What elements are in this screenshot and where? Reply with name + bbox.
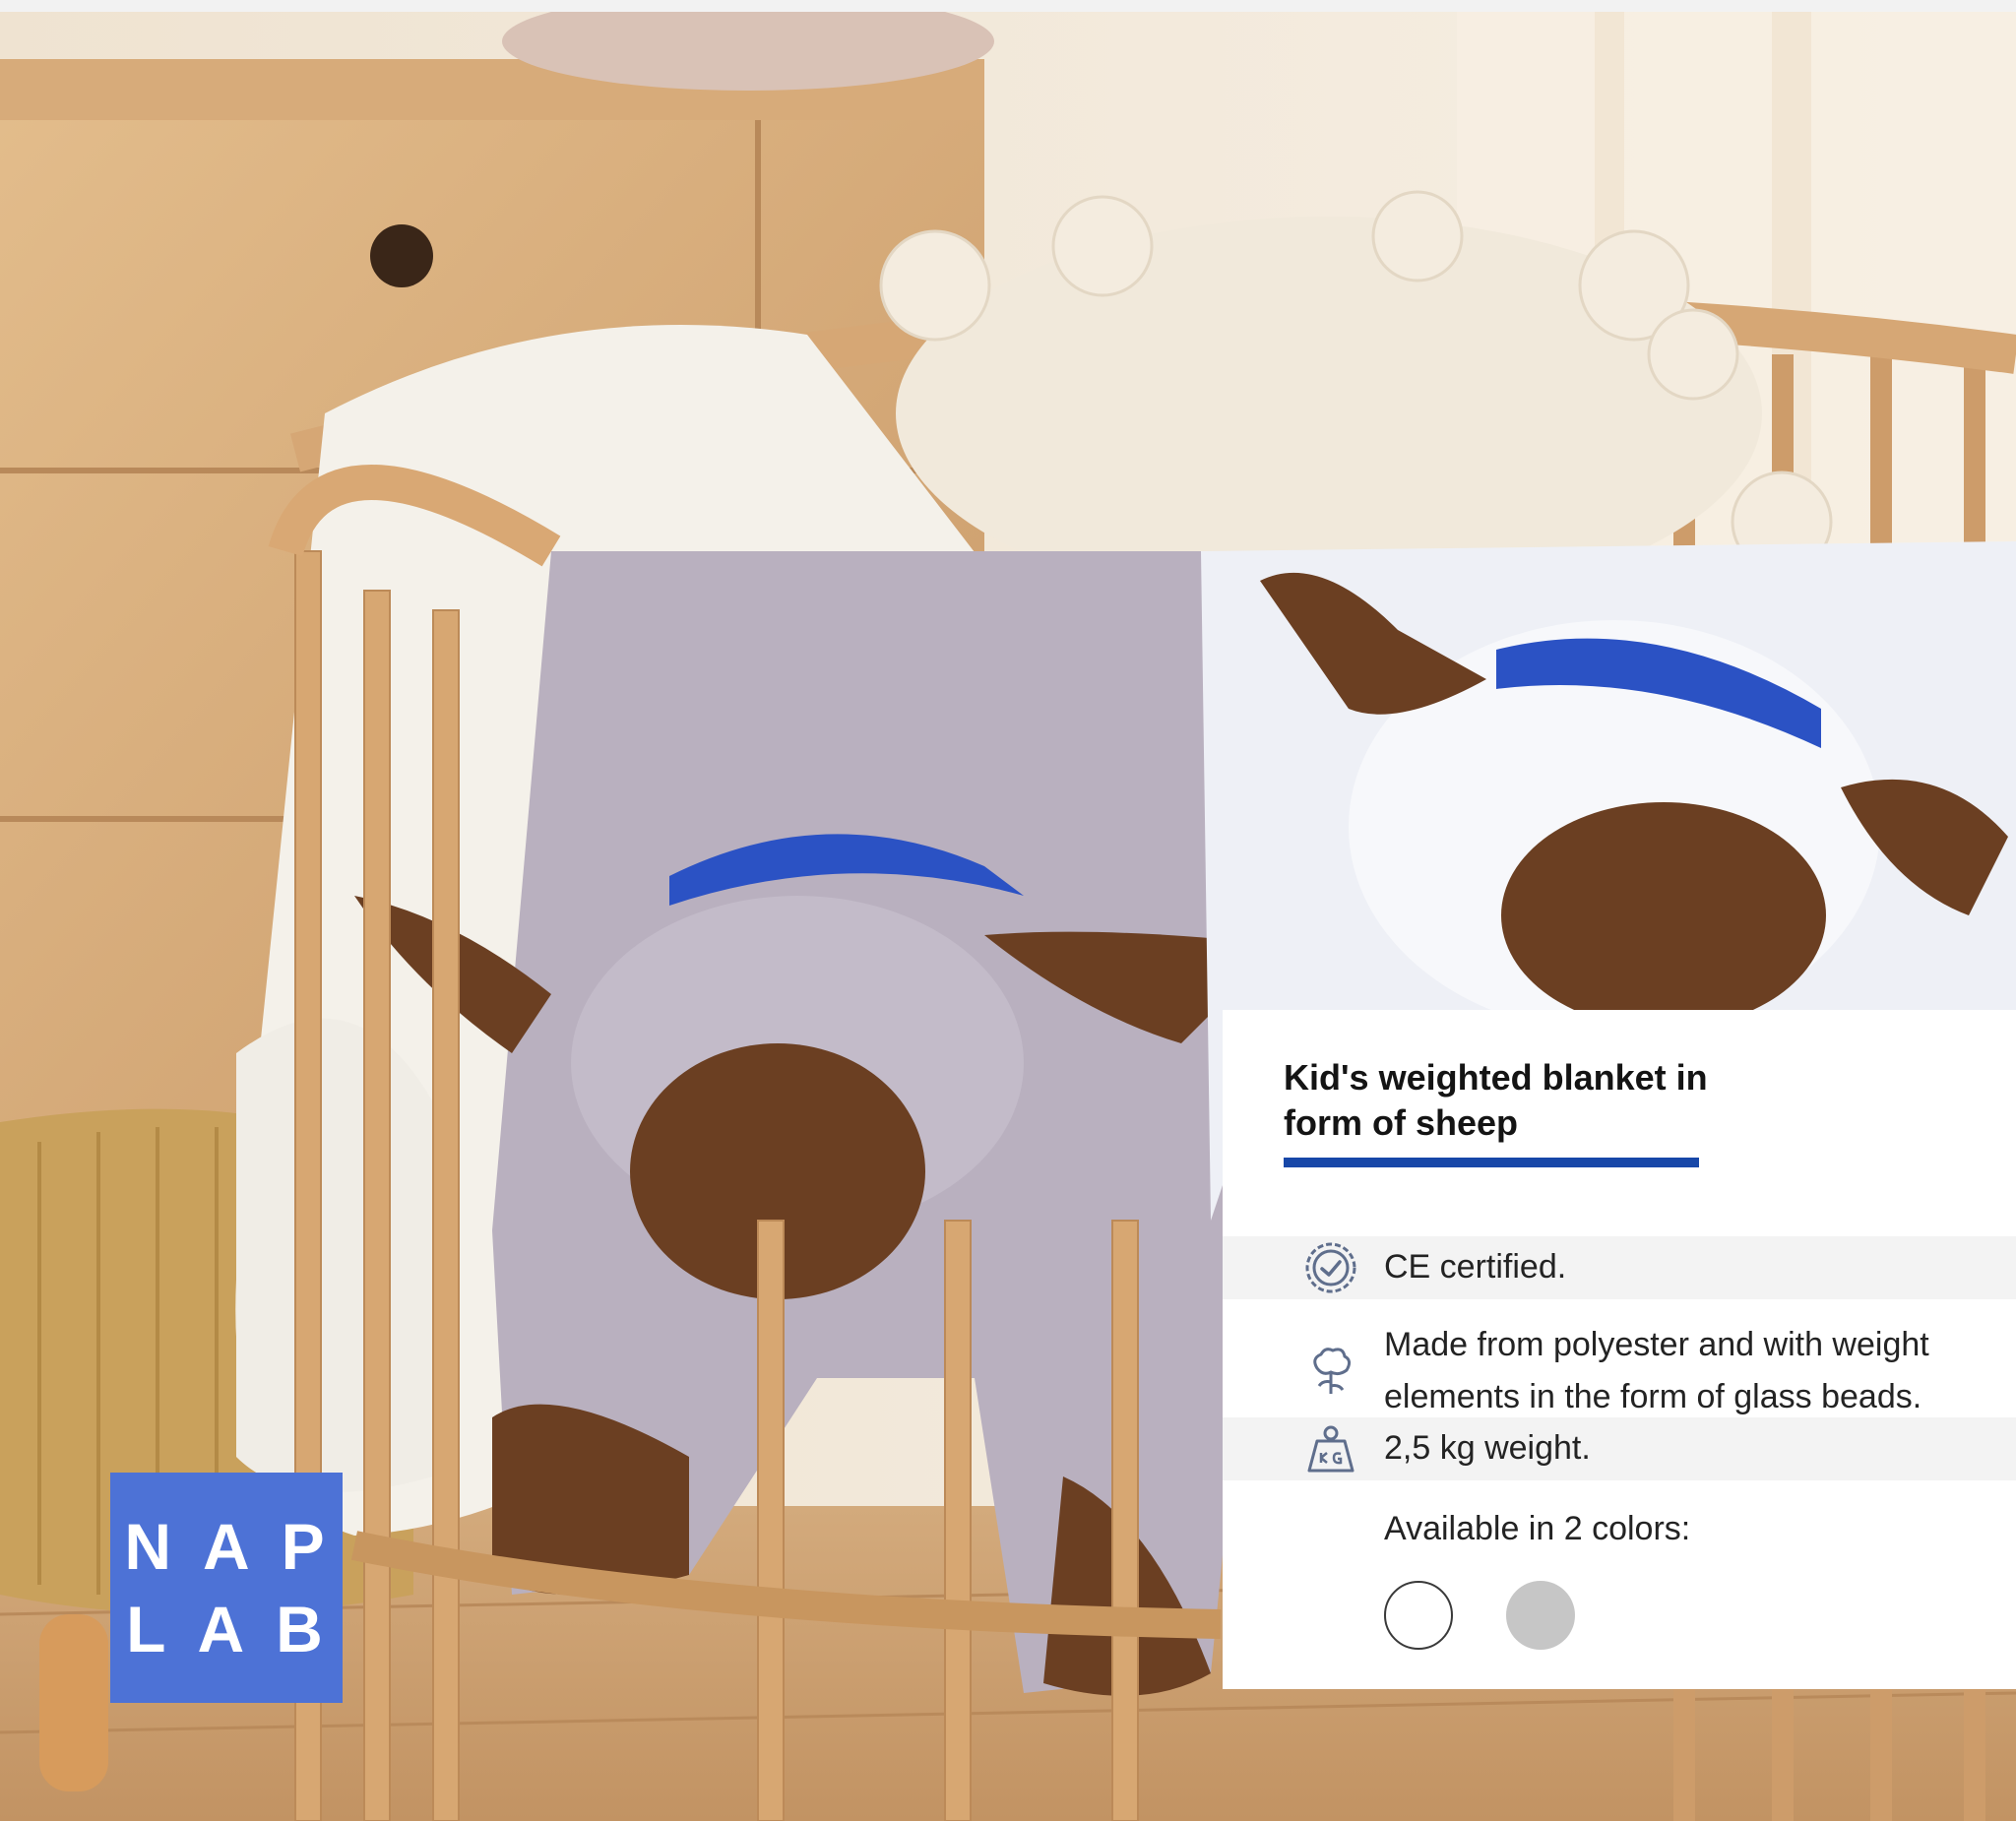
- feature-text-certified: CE certified.: [1384, 1248, 1567, 1286]
- title-underline: [1284, 1158, 1699, 1167]
- feature-row-certified: CE certified.: [1223, 1236, 2016, 1299]
- feature-text-weight: 2,5 kg weight.: [1384, 1429, 1591, 1467]
- feature-text-material: Made from polyester and with weight elem…: [1384, 1326, 1929, 1415]
- weight-kg-icon: [1303, 1421, 1358, 1476]
- top-edge-bar: [0, 0, 2016, 12]
- color-swatch-white[interactable]: [1384, 1581, 1453, 1650]
- cotton-plant-icon: [1303, 1343, 1358, 1398]
- product-info-card: Kid's weighted blanket in form of sheep …: [1223, 1010, 2016, 1689]
- product-title: Kid's weighted blanket in form of sheep: [1284, 1057, 1708, 1143]
- available-colors-label: Available in 2 colors:: [1384, 1510, 1691, 1547]
- logo-line-1: NAP: [124, 1510, 356, 1583]
- color-swatch-grey[interactable]: [1506, 1581, 1575, 1650]
- certified-badge-icon: [1303, 1240, 1358, 1295]
- logo-line-2: LAB: [126, 1593, 354, 1665]
- feature-row-weight: 2,5 kg weight.: [1223, 1417, 2016, 1480]
- naplab-logo: NAP LAB: [110, 1473, 343, 1703]
